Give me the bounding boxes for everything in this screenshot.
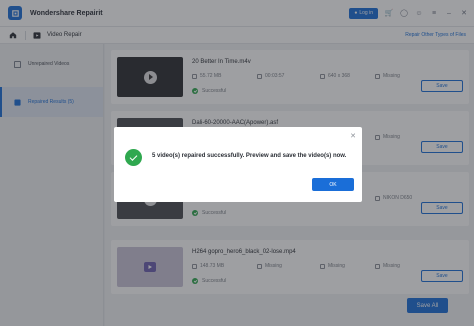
ok-button[interactable]: OK [312, 178, 354, 191]
dialog-message: 5 video(s) repaired successfully. Previe… [152, 153, 347, 159]
success-dialog: ✕ 5 video(s) repaired successfully. Prev… [114, 127, 362, 202]
success-check-icon [125, 149, 142, 166]
close-icon[interactable]: ✕ [350, 132, 356, 140]
